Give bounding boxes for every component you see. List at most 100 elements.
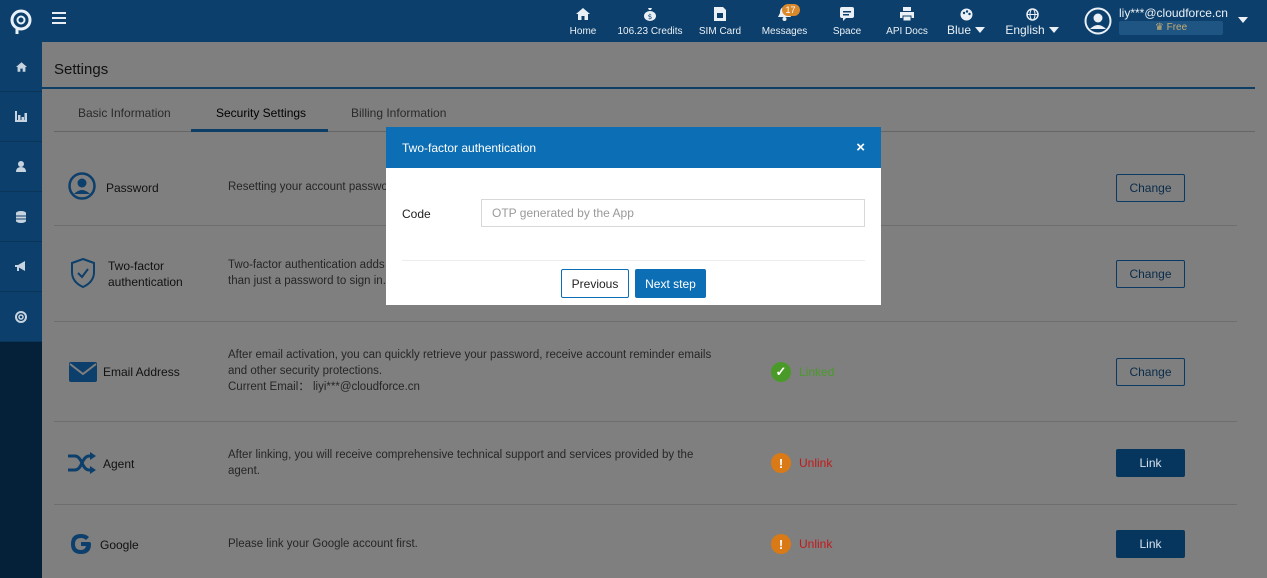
home-icon (575, 6, 591, 22)
tab-basic-information[interactable]: Basic Information (78, 106, 171, 120)
change-two-factor-button[interactable]: Change (1116, 260, 1185, 288)
sim-card-icon (712, 6, 728, 22)
google-description: Please link your Google account first. (228, 538, 418, 550)
nav-credits-label: 106.23 Credits (617, 26, 683, 37)
nav-sim-card[interactable]: SIM Card (699, 0, 741, 42)
theme-label: Blue (946, 23, 972, 37)
agent-status: ! Unlink (771, 453, 832, 473)
sidebar-item-announcements[interactable] (0, 242, 42, 292)
coin-bag-icon: $ (642, 6, 658, 22)
messages-count-badge: 17 (781, 4, 800, 16)
email-description-line2: and other security protections. (228, 365, 383, 377)
nav-sim-card-label: SIM Card (698, 26, 742, 37)
crown-icon: ♛ (1154, 22, 1167, 33)
sidebar-item-support[interactable] (0, 292, 42, 342)
bar-chart-icon (15, 111, 27, 122)
plan-label: Free (1166, 22, 1188, 33)
close-icon[interactable]: × (856, 139, 865, 156)
exclamation-circle-icon: ! (771, 534, 791, 554)
user-email: liy***@cloudforce.cn (1119, 6, 1228, 20)
active-tab-indicator (191, 129, 328, 132)
modal-divider (402, 260, 865, 261)
sidebar-item-home[interactable] (0, 42, 42, 92)
sidebar (0, 42, 42, 578)
nav-home-label: Home (569, 26, 597, 37)
security-row-google: Google Please link your Google account f… (54, 505, 1237, 578)
link-agent-button[interactable]: Link (1116, 449, 1185, 477)
agent-status-label: Unlink (799, 456, 833, 470)
change-email-button[interactable]: Change (1116, 358, 1185, 386)
language-dropdown[interactable]: English (1004, 8, 1060, 38)
current-email: Current Email： liyi***@cloudforce.cn (228, 381, 420, 393)
user-icon (16, 161, 26, 172)
two-factor-description-line1: Two-factor authentication adds (228, 259, 385, 271)
nav-api-docs-label: API Docs (886, 26, 928, 37)
menu-toggle-icon[interactable] (52, 12, 66, 26)
email-status-label: Linked (799, 365, 835, 379)
logo-icon (10, 9, 32, 34)
printer-icon (899, 6, 915, 22)
chevron-down-icon (1238, 17, 1248, 23)
google-status-label: Unlink (799, 537, 833, 551)
lifebuoy-icon (15, 310, 27, 323)
chat-icon (839, 6, 855, 22)
theme-dropdown[interactable]: Blue (946, 8, 986, 38)
svg-text:$: $ (648, 13, 652, 21)
security-row-agent: Agent After linking, you will receive co… (54, 422, 1237, 505)
two-factor-label-line1: Two-factor (108, 259, 165, 273)
nav-messages-label: Messages (761, 26, 808, 37)
nav-messages[interactable]: 17 Messages (761, 0, 808, 42)
email-label: Email Address (103, 365, 180, 379)
globe-icon (1025, 8, 1039, 21)
app-logo[interactable] (0, 0, 42, 42)
top-navbar: Home $ 106.23 Credits SIM Card 17 Messag… (0, 0, 1267, 42)
nav-space-label: Space (832, 26, 862, 37)
password-description: Resetting your account passwo (228, 181, 388, 193)
google-label: Google (100, 538, 139, 552)
two-factor-description-line2: than just a password to sign in. (228, 275, 386, 287)
two-factor-modal: Two-factor authentication × Code Previou… (386, 127, 881, 305)
agent-label: Agent (103, 457, 135, 471)
agent-description-line2: agent. (228, 465, 260, 477)
code-label: Code (402, 207, 431, 221)
google-icon (71, 534, 91, 554)
tab-billing-information[interactable]: Billing Information (351, 106, 446, 120)
database-icon (16, 210, 26, 223)
title-divider (42, 87, 1255, 89)
otp-code-input[interactable] (481, 199, 865, 227)
email-status: ✓ Linked (771, 362, 834, 382)
sidebar-empty-area (0, 342, 42, 578)
chevron-down-icon (975, 27, 986, 33)
home-icon (15, 61, 27, 72)
link-google-button[interactable]: Link (1116, 530, 1185, 558)
next-step-button[interactable]: Next step (635, 269, 706, 298)
change-password-button[interactable]: Change (1116, 174, 1185, 202)
sidebar-item-statistics[interactable] (0, 92, 42, 142)
two-factor-label-line2: authentication (108, 275, 183, 289)
language-label: English (1005, 23, 1045, 37)
user-menu[interactable]: liy***@cloudforce.cn ♛ Free (1084, 4, 1254, 38)
megaphone-icon (15, 261, 25, 271)
modal-title: Two-factor authentication (402, 141, 537, 155)
security-row-email: Email Address After email activation, yo… (54, 322, 1237, 422)
nav-credits[interactable]: $ 106.23 Credits (617, 0, 683, 42)
palette-icon (960, 8, 972, 21)
nav-home[interactable]: Home (568, 0, 598, 42)
agent-description-line1: After linking, you will receive comprehe… (228, 449, 694, 461)
shuffle-icon (68, 452, 96, 474)
plan-badge: ♛ Free (1119, 21, 1223, 35)
tab-security-settings[interactable]: Security Settings (216, 106, 306, 120)
check-circle-icon: ✓ (771, 362, 791, 382)
previous-button[interactable]: Previous (561, 269, 629, 298)
nav-space[interactable]: Space (832, 0, 862, 42)
avatar-icon (1084, 7, 1112, 35)
exclamation-circle-icon: ! (771, 453, 791, 473)
password-label: Password (106, 181, 159, 195)
sidebar-item-database[interactable] (0, 192, 42, 242)
sidebar-item-account[interactable] (0, 142, 42, 192)
modal-header: Two-factor authentication × (386, 127, 881, 168)
page-title: Settings (54, 61, 109, 78)
main-content: Settings Basic Information Security Sett… (42, 42, 1267, 578)
nav-api-docs[interactable]: API Docs (884, 0, 930, 42)
shield-check-icon (71, 258, 95, 288)
